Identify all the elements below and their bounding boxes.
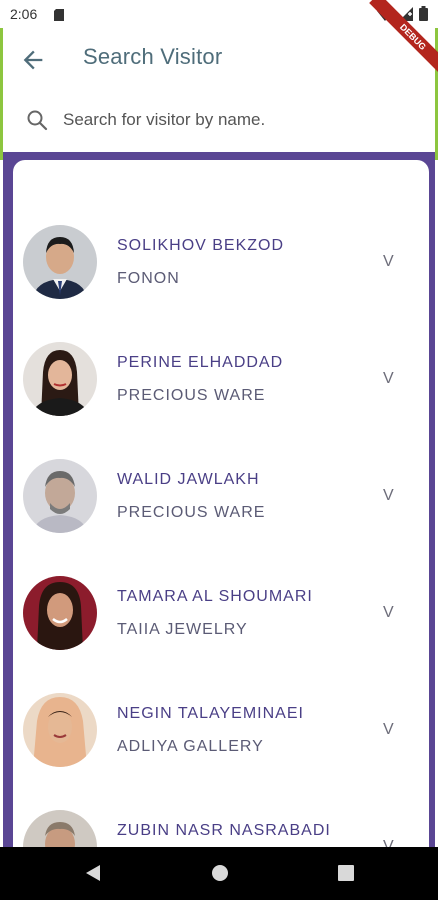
visitor-avatar — [23, 693, 97, 767]
visitor-name: TAMARA AL SHOUMARI — [117, 588, 313, 605]
visitor-company: PRECIOUS WARE — [117, 504, 266, 521]
visitor-company: TAIIA JEWELRY — [117, 621, 248, 638]
visitor-list-item[interactable]: TAMARA AL SHOUMARI TAIIA JEWELRY V — [13, 576, 429, 686]
search-input[interactable] — [63, 104, 413, 136]
square-recents-icon — [338, 865, 354, 881]
nav-recents-button[interactable] — [337, 863, 355, 888]
back-button[interactable] — [19, 46, 47, 74]
circle-home-icon — [212, 865, 228, 881]
search-bar — [3, 90, 435, 152]
triangle-back-icon — [86, 865, 100, 881]
status-time: 2:06 — [10, 6, 38, 22]
visitor-list-item[interactable]: WALID JAWLAKH PRECIOUS WARE V — [13, 459, 429, 569]
visitor-action[interactable]: V — [383, 487, 394, 505]
visitor-action[interactable]: V — [383, 721, 394, 739]
visitor-action[interactable]: V — [383, 604, 394, 622]
visitor-name: ZUBIN NASR NASRABADI — [117, 822, 331, 839]
visitor-company: PRECIOUS WARE — [117, 387, 266, 404]
visitor-name: PERINE ELHADDAD — [117, 354, 284, 371]
battery-icon — [419, 6, 428, 26]
visitor-action[interactable]: V — [383, 253, 394, 271]
app-bar: Search Visitor — [3, 28, 435, 90]
visitor-avatar — [23, 459, 97, 533]
visitor-list-item[interactable]: SOLIKHOV BEKZOD FONON V — [13, 225, 429, 335]
visitor-avatar — [23, 342, 97, 416]
search-icon — [25, 108, 49, 132]
visitor-avatar — [23, 576, 97, 650]
visitor-list-item[interactable]: NEGIN TALAYEMINAEI ADLIYA GALLERY V — [13, 693, 429, 803]
visitor-name: WALID JAWLAKH — [117, 471, 260, 488]
arrow-left-icon — [23, 50, 43, 70]
nav-back-button[interactable] — [84, 863, 102, 888]
content-panel: SOLIKHOV BEKZOD FONON V PERINE ELHADDAD … — [3, 152, 435, 860]
visitor-name: SOLIKHOV BEKZOD — [117, 237, 285, 254]
visitor-company: FONON — [117, 270, 180, 287]
visitor-list[interactable]: SOLIKHOV BEKZOD FONON V PERINE ELHADDAD … — [13, 160, 429, 860]
page-title: Search Visitor — [83, 44, 223, 69]
system-nav-bar — [0, 847, 438, 900]
visitor-name: NEGIN TALAYEMINAEI — [117, 705, 304, 722]
visitor-action[interactable]: V — [383, 370, 394, 388]
nav-home-button[interactable] — [210, 863, 230, 888]
sd-card-icon — [54, 8, 64, 26]
visitor-list-item[interactable]: PERINE ELHADDAD PRECIOUS WARE V — [13, 342, 429, 452]
visitor-company: ADLIYA GALLERY — [117, 738, 264, 755]
visitor-avatar — [23, 225, 97, 299]
